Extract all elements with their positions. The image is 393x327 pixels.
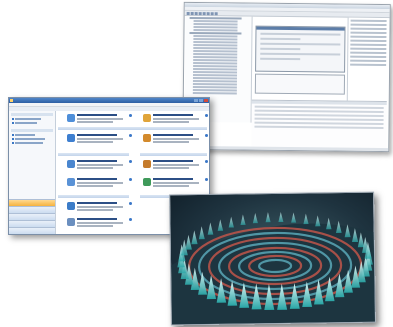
- designer-form: [255, 25, 346, 73]
- go-icon: [129, 218, 132, 221]
- go-icon: [129, 114, 132, 117]
- task-card: [66, 217, 132, 231]
- toolbar-icon: [186, 11, 190, 15]
- toolbar-icon: [190, 11, 194, 16]
- toolbar-icon: [202, 12, 206, 16]
- task-card: [142, 133, 208, 147]
- spike: [228, 216, 234, 228]
- spike: [207, 222, 214, 235]
- arrow-icon: [67, 178, 75, 186]
- shield-icon: [67, 202, 75, 210]
- toolbar-icon: [194, 12, 198, 16]
- wrench-icon: [67, 114, 75, 122]
- maximize-icon: [199, 99, 203, 102]
- gear-icon: [143, 134, 151, 142]
- wave-visualization: [171, 211, 376, 326]
- spike: [265, 212, 271, 223]
- section-header: [58, 195, 129, 198]
- nav-button: [9, 227, 55, 234]
- globe-icon: [143, 178, 151, 186]
- nav-button: [9, 206, 55, 213]
- spike: [291, 212, 297, 223]
- task-card: [66, 113, 132, 127]
- task-pane: [9, 111, 56, 234]
- go-icon: [129, 160, 132, 163]
- go-icon: [205, 160, 208, 163]
- task-card: [66, 159, 132, 173]
- mail-icon: [67, 134, 75, 142]
- server-icon: [143, 114, 151, 122]
- close-icon: [204, 99, 208, 102]
- render-image: [169, 191, 376, 326]
- chart-icon: [67, 218, 75, 226]
- spike: [252, 212, 258, 224]
- ide-screenshot: [182, 1, 391, 153]
- spike: [326, 217, 332, 230]
- people-icon: [143, 160, 151, 168]
- spike: [198, 226, 205, 240]
- section-header: [58, 153, 129, 156]
- go-icon: [129, 134, 132, 137]
- task-card: [142, 177, 208, 191]
- spike: [315, 215, 321, 227]
- toolbar-icon: [198, 12, 202, 16]
- spike: [191, 230, 198, 245]
- toolbar-icon: [210, 12, 214, 16]
- output-pane: [251, 99, 387, 151]
- nav-button: [9, 220, 55, 227]
- spike: [303, 213, 309, 225]
- task-card: [142, 113, 208, 127]
- navigation-buttons: [9, 199, 55, 234]
- toolbar-icon: [214, 12, 218, 16]
- spike: [185, 234, 192, 250]
- section-header: [58, 127, 207, 130]
- go-icon: [129, 202, 132, 205]
- designer-panel: [254, 73, 346, 95]
- go-icon: [205, 114, 208, 117]
- task-card: [66, 133, 132, 147]
- task-card: [66, 177, 132, 191]
- spike: [217, 219, 224, 231]
- spike: [240, 214, 246, 225]
- spike: [278, 211, 284, 223]
- go-icon: [205, 178, 208, 181]
- go-icon: [129, 178, 132, 181]
- nav-button: [9, 199, 55, 206]
- nav-button: [9, 213, 55, 220]
- task-card: [142, 159, 208, 173]
- app-icon: [10, 99, 13, 102]
- database-icon: [67, 160, 75, 168]
- section-header: [140, 153, 207, 156]
- task-card: [66, 201, 132, 215]
- toolbar-icon: [206, 12, 210, 16]
- go-icon: [205, 134, 208, 137]
- minimize-icon: [194, 99, 198, 102]
